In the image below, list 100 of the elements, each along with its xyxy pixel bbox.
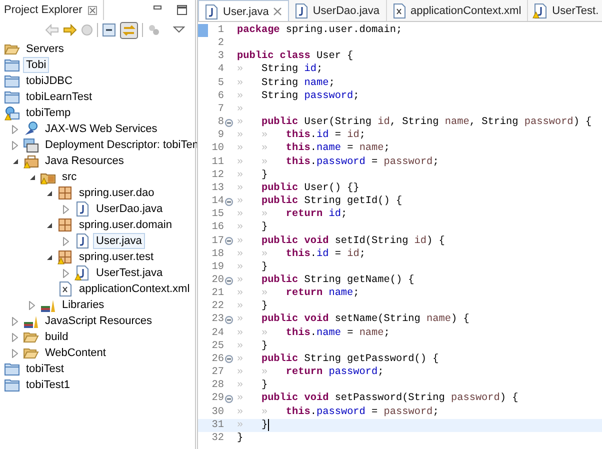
tree-item[interactable]: spring.user.dao (76, 185, 158, 201)
code-line: » » this.id = id; (236, 129, 366, 142)
expanded-triangle-icon[interactable] (46, 222, 52, 228)
expanded-triangle-icon[interactable] (12, 158, 18, 164)
editor-tab[interactable]: UserTest. (528, 0, 602, 21)
line-number: 1 (216, 24, 224, 38)
line-number: 16 (210, 221, 224, 234)
tree-item[interactable]: Java Resources (42, 153, 127, 169)
tree-item[interactable]: UserTest.java (93, 265, 166, 281)
collapsed-triangle-icon[interactable] (63, 268, 69, 278)
code-line: » public void setPassword(String password) { (236, 392, 518, 406)
code-line: » String password; (236, 90, 360, 103)
tree-item[interactable]: tobiJDBC (23, 73, 76, 89)
line-number: 20 (210, 274, 224, 288)
fold-icon[interactable] (224, 276, 232, 285)
tree-item[interactable]: WebContent (42, 345, 109, 361)
line-number: 25 (210, 340, 224, 353)
line-number: 23 (210, 313, 224, 327)
code-line: » » this.name = name; (236, 142, 390, 156)
fold-icon[interactable] (224, 355, 232, 364)
line-number: 28 (210, 379, 224, 392)
fold-icon[interactable] (224, 237, 232, 246)
close-icon[interactable] (88, 6, 98, 14)
fold-icon[interactable] (224, 198, 232, 206)
code-line: » » return password; (236, 366, 384, 380)
line-number: 24 (210, 326, 224, 340)
collapsed-triangle-icon[interactable] (29, 300, 35, 310)
tree-item[interactable]: Libraries (59, 297, 108, 313)
panel-tab[interactable]: Project Explorer (0, 0, 104, 20)
collapsed-triangle-icon[interactable] (12, 140, 18, 150)
code-line: » public void setName(String name) { (236, 313, 470, 327)
line-number: 30 (210, 406, 224, 419)
maximize-icon[interactable] (177, 5, 187, 15)
code-line: » } (236, 379, 268, 392)
code-line: } (236, 432, 244, 445)
tree-item[interactable]: User.java (93, 233, 145, 249)
tree-item[interactable]: spring.user.test (76, 249, 157, 265)
line-number: 6 (216, 90, 224, 103)
collapsed-triangle-icon[interactable] (12, 348, 18, 358)
line-number: 27 (210, 366, 224, 380)
line-number: 12 (210, 168, 224, 182)
expanded-triangle-icon[interactable] (28, 174, 36, 180)
code-line: » public User(String id, String name, String password) { (236, 116, 592, 130)
line-number: 22 (210, 300, 224, 314)
tree-item[interactable]: Tobi (23, 57, 50, 73)
close-icon[interactable] (272, 7, 282, 16)
editor-tab[interactable]: UserDao.java (288, 0, 386, 21)
collapsed-triangle-icon[interactable] (63, 236, 69, 246)
code-line: public class User { (236, 50, 354, 64)
line-number: 31 (210, 418, 224, 432)
tree-item[interactable]: JAX-WS Web Services (42, 121, 160, 137)
tree-item[interactable]: JavaScript Resources (42, 313, 155, 329)
line-number: 18 (210, 248, 224, 261)
line-number: 3 (216, 50, 224, 64)
tree-item[interactable]: tobiTemp (23, 105, 74, 121)
code-line: » » return id; (236, 208, 348, 222)
code-line: package spring.user.domain; (236, 24, 402, 38)
line-number: 32 (210, 432, 224, 445)
code-line: » » return name; (236, 287, 360, 300)
code-line: » public String getPassword() { (236, 352, 439, 366)
collapsed-triangle-icon[interactable] (12, 316, 18, 326)
line-number: 2 (216, 37, 224, 50)
panel-title: Project Explorer (4, 4, 82, 16)
collapsed-triangle-icon[interactable] (12, 332, 18, 342)
link-editor-icon[interactable] (120, 22, 138, 38)
fold-icon[interactable] (224, 118, 232, 127)
tree-item[interactable]: src (59, 169, 80, 185)
expanded-triangle-icon[interactable] (46, 254, 52, 260)
line-number: 4 (216, 63, 224, 77)
tree-item[interactable]: UserDao.java (93, 201, 166, 217)
line-number: 13 (210, 182, 224, 196)
tree-item[interactable]: tobiTest (23, 361, 67, 377)
tree-item[interactable]: applicationContext.xml (76, 281, 193, 297)
code-line: » » this.name = name; (236, 326, 390, 340)
collapsed-triangle-icon[interactable] (63, 204, 69, 214)
line-number: 5 (216, 76, 224, 90)
forward-arrow-icon[interactable] (63, 24, 77, 36)
code-line: » public String getName() { (236, 274, 414, 288)
tree-item[interactable]: spring.user.domain (76, 217, 175, 233)
editor-tab[interactable]: applicationContext.xml (386, 0, 528, 21)
line-number: 14 (210, 195, 224, 208)
code-line: » » this.id = id; (236, 248, 366, 261)
line-number: 17 (210, 234, 224, 248)
code-line: » } (236, 340, 268, 353)
collapse-all-icon[interactable] (102, 23, 116, 37)
fold-icon[interactable] (224, 316, 232, 324)
code-line: » } (236, 221, 268, 234)
dropdown-icon[interactable] (173, 26, 185, 34)
fold-icon[interactable] (224, 394, 232, 403)
expanded-triangle-icon[interactable] (46, 190, 52, 196)
editor-tab[interactable]: User.java (198, 0, 289, 21)
line-number: 15 (210, 208, 224, 222)
tree-item[interactable]: tobiLearnTest (23, 89, 96, 105)
tree-item[interactable]: build (42, 329, 72, 345)
collapsed-triangle-icon[interactable] (12, 124, 18, 134)
code-line: » public User() {} (236, 182, 360, 196)
code-line: » } (236, 168, 268, 182)
tree-item[interactable]: Servers (23, 41, 67, 57)
line-number: 26 (210, 352, 224, 366)
tree-item[interactable]: tobiTest1 (23, 377, 74, 393)
